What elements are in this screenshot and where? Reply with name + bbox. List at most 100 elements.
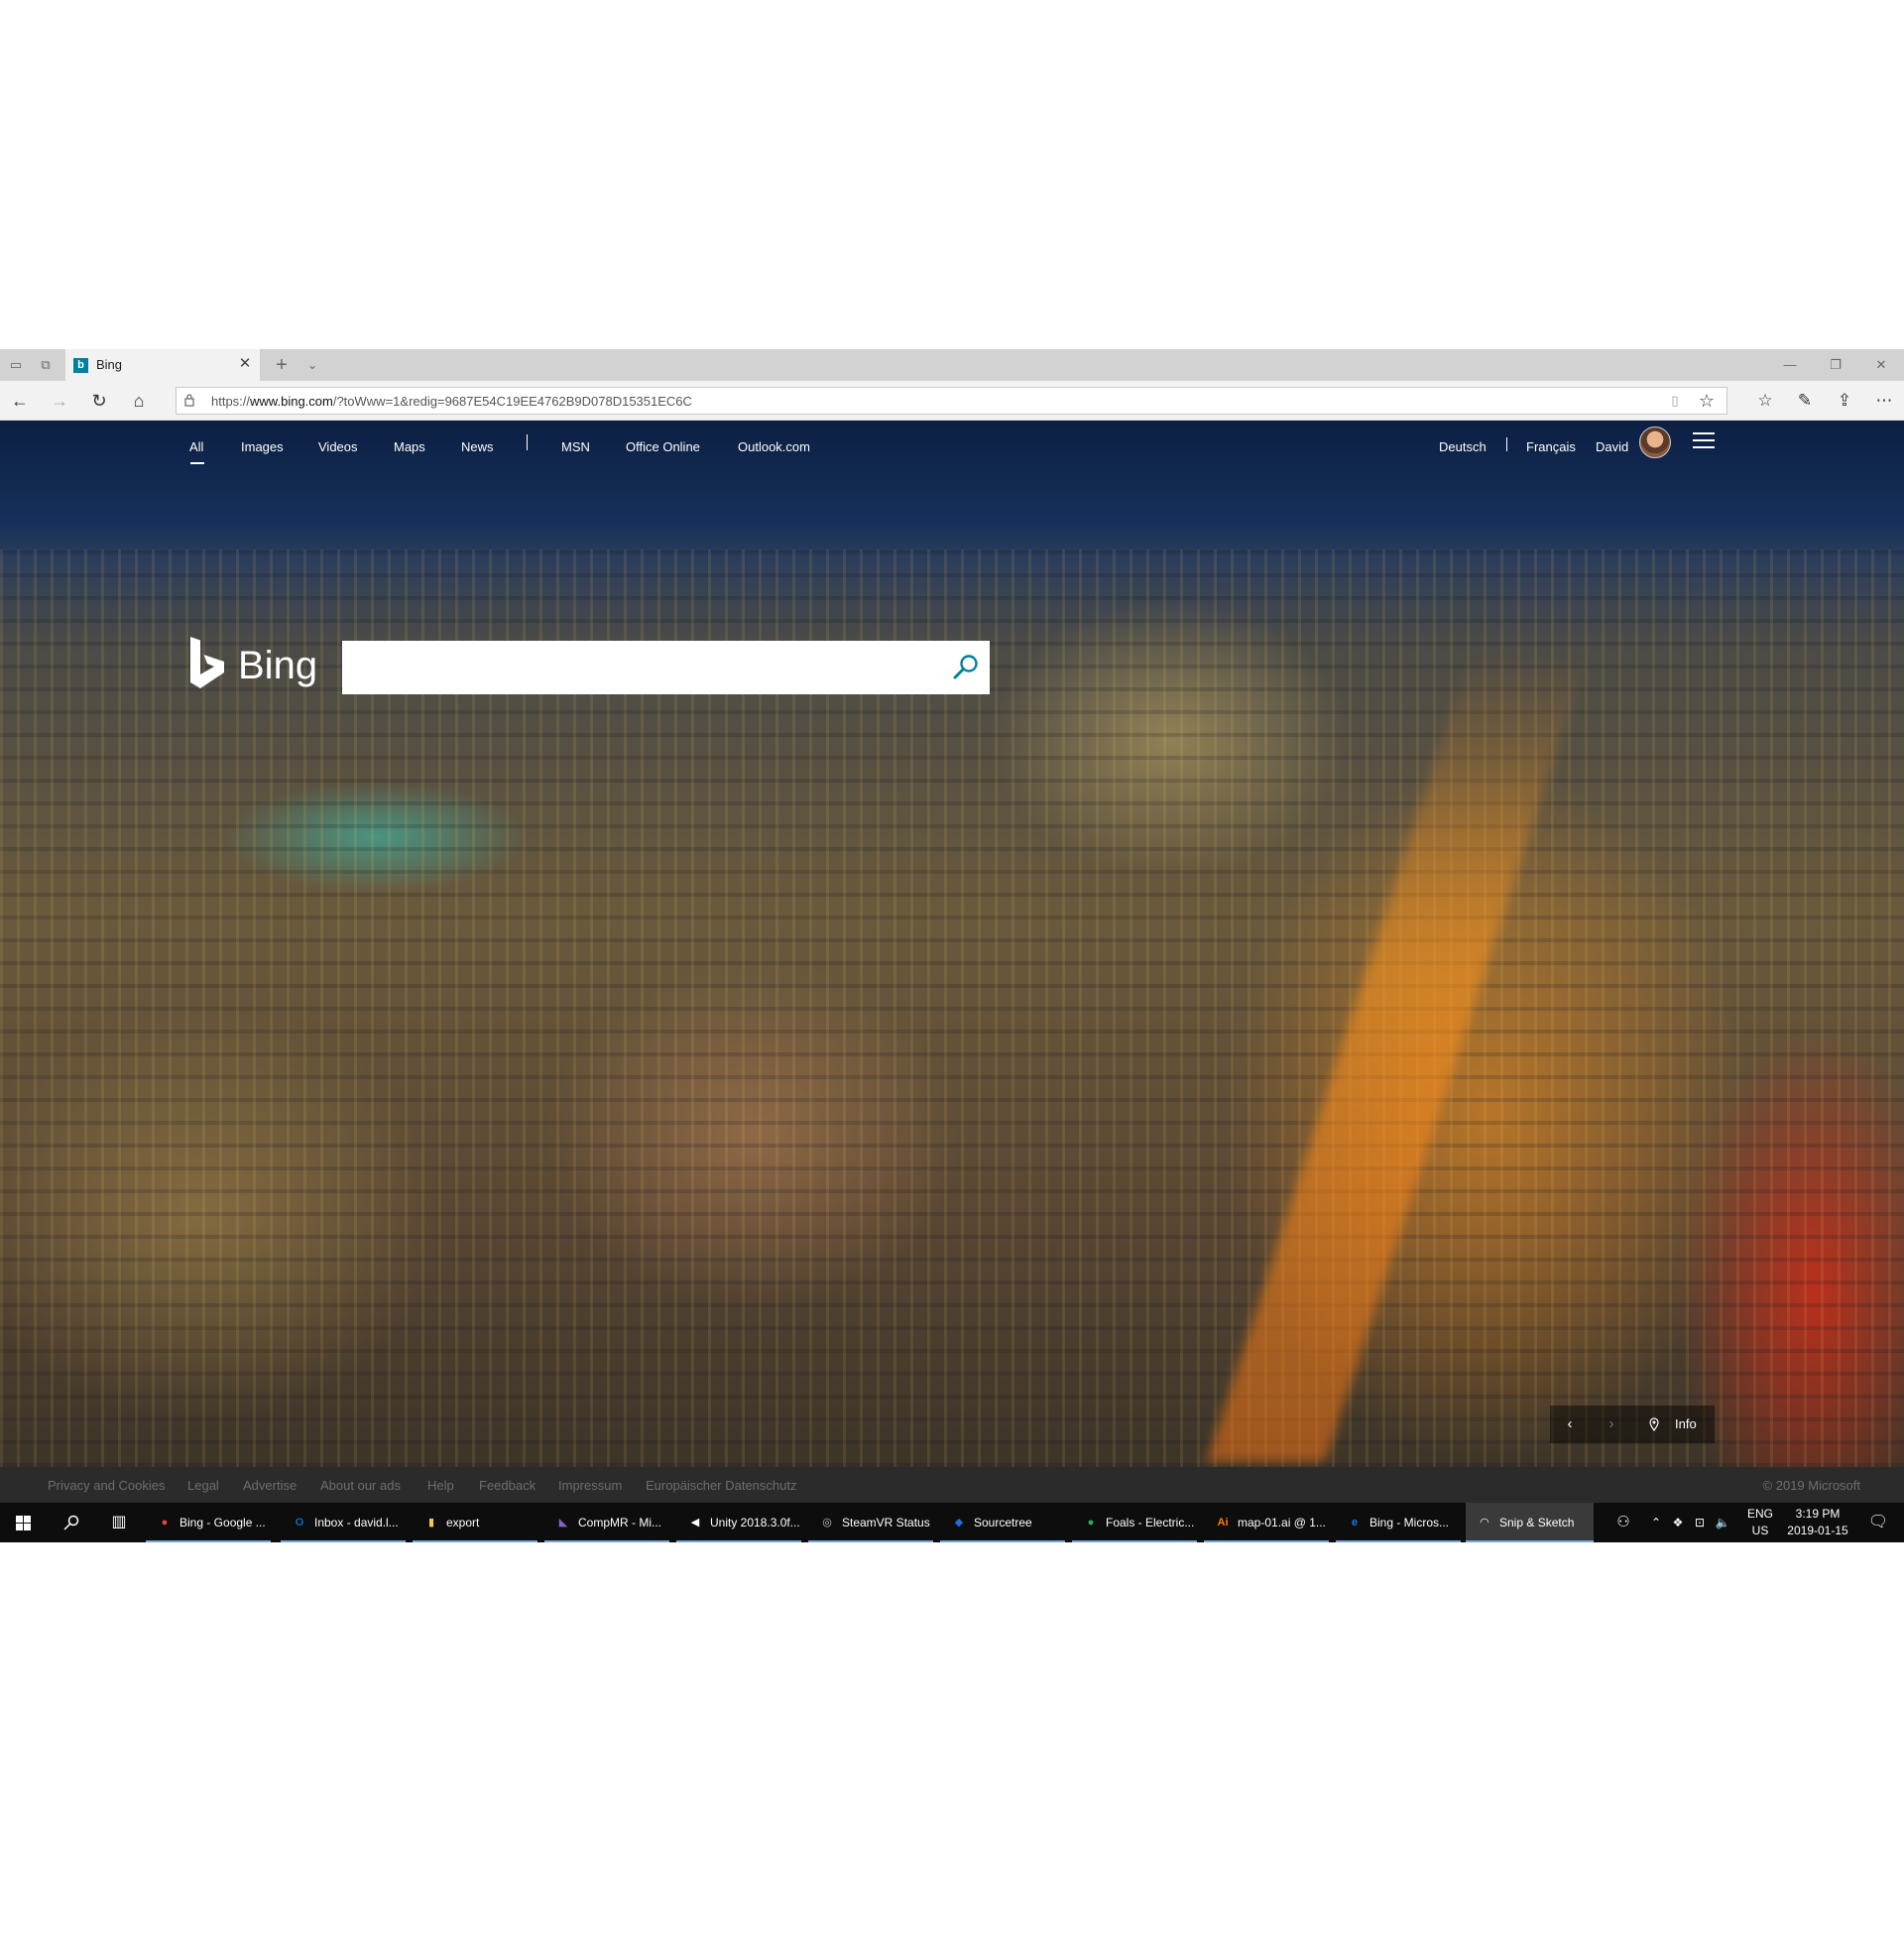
nav-images[interactable]: Images [241,439,284,454]
image-info-button[interactable]: Info [1633,1406,1715,1443]
chrome-icon: ● [161,1517,169,1529]
tab-close-icon[interactable]: ✕ [236,355,254,373]
nav-all[interactable]: All [189,439,203,454]
taskbar-item-2[interactable]: ▮ export [413,1503,537,1542]
footer-feedback[interactable]: Feedback [479,1478,536,1493]
previous-image-chevron-icon[interactable]: ‹ [1550,1406,1590,1443]
taskbar-item-label: SteamVR Status [842,1516,930,1529]
clock[interactable]: 3:19 PM 2019-01-15 [1783,1503,1852,1542]
url-text: https://www.bing.com/?toWww=1&redig=9687… [211,394,692,409]
edge-icon: e [1351,1517,1359,1529]
home-icon[interactable]: ⌂ [125,387,153,415]
visual-studio-icon: ◣ [558,1517,568,1529]
minimize-icon[interactable]: — [1767,349,1813,381]
tray-chevron-up-icon[interactable]: ⌃ [1646,1503,1666,1542]
people-icon[interactable]: ⚇ [1606,1503,1640,1542]
footer-advertise[interactable]: Advertise [243,1478,297,1493]
nav-msn[interactable]: MSN [561,439,590,454]
nav-office-online[interactable]: Office Online [626,439,700,454]
taskbar-item-5[interactable]: ◎ SteamVR Status [808,1503,933,1542]
page-footer: Privacy and Cookies Legal Advertise Abou… [0,1467,1904,1503]
lang-deutsch[interactable]: Deutsch [1439,439,1487,454]
input-language[interactable]: ENG US [1740,1503,1780,1542]
search-icon[interactable] [950,652,982,683]
web-note-pen-icon[interactable]: ✎ [1789,387,1821,415]
nav-maps[interactable]: Maps [394,439,425,454]
next-image-chevron-icon[interactable]: › [1592,1406,1631,1443]
tab-restore-icon[interactable]: ⧉ [38,357,54,373]
taskbar-item-4[interactable]: ◀ Unity 2018.3.0f... [676,1503,801,1542]
bing-logo[interactable]: Bing [188,637,317,688]
back-icon[interactable]: ← [6,387,34,415]
spotify-icon: ● [1087,1517,1095,1529]
taskbar-item-7[interactable]: ● Foals - Electric... [1072,1503,1197,1542]
task-view-icon[interactable]: ▥ [95,1503,143,1542]
dropbox-icon[interactable]: ❖ [1668,1503,1688,1542]
search-box[interactable] [342,641,990,694]
running-indicator [281,1540,406,1542]
address-bar: ← → ↻ ⌂ https://www.bing.com/?toWww=1&re… [0,381,1904,421]
taskbar-search-icon[interactable] [48,1503,95,1542]
running-indicator [808,1540,933,1542]
clock-time: 3:19 PM [1795,1507,1841,1521]
favorite-star-icon[interactable]: ☆ [1697,391,1717,411]
volume-icon[interactable]: 🔈 [1712,1503,1733,1542]
close-window-icon[interactable]: ✕ [1858,349,1904,381]
taskbar-item-6[interactable]: ◆ Sourcetree [940,1503,1065,1542]
windows-start-icon[interactable] [0,1503,48,1542]
footer-datenschutz[interactable]: Europäischer Datenschutz [646,1478,796,1493]
tab-set-aside-icon[interactable]: ▭ [8,357,24,373]
search-input[interactable] [342,641,937,694]
running-indicator [676,1540,801,1542]
nav-outlook[interactable]: Outlook.com [738,439,810,454]
taskbar-item-10[interactable]: ◠ Snip & Sketch [1466,1503,1594,1542]
windows-taskbar: ▥ ● Bing - Google ... O Inbox - david.l... ▮… [0,1503,1904,1542]
lang-bottom: US [1751,1524,1769,1537]
bing-wordmark: Bing [238,644,318,687]
lock-icon [184,394,194,407]
taskbar-item-label: export [446,1516,480,1529]
refresh-icon[interactable]: ↻ [85,387,113,415]
outlook-icon: O [295,1517,304,1529]
restore-window-icon[interactable]: ❐ [1813,349,1858,381]
url-field[interactable]: https://www.bing.com/?toWww=1&redig=9687… [176,387,1727,415]
reading-view-icon[interactable]: ▯ [1667,393,1683,409]
user-name[interactable]: David [1596,439,1628,454]
lang-francais[interactable]: Français [1526,439,1576,454]
tab-preview-chevron-icon[interactable]: ⌄ [300,353,324,377]
favorites-hub-icon[interactable]: ☆ [1749,387,1781,415]
avatar[interactable] [1639,427,1671,458]
taskbar-item-label: CompMR - Mi... [578,1516,661,1529]
hamburger-menu-icon[interactable] [1693,432,1715,450]
more-menu-icon[interactable]: ⋯ [1868,387,1900,415]
taskbar-item-label: Unity 2018.3.0f... [710,1516,800,1529]
running-indicator [1072,1540,1197,1542]
running-indicator [146,1540,271,1542]
footer-help[interactable]: Help [427,1478,454,1493]
taskbar-item-3[interactable]: ◣ CompMR - Mi... [544,1503,669,1542]
tab-title: Bing [96,357,123,372]
taskbar-item-label: Foals - Electric... [1106,1516,1195,1529]
nav-videos[interactable]: Videos [318,439,358,454]
new-tab-icon[interactable]: + [270,353,294,377]
taskbar-item-1[interactable]: O Inbox - david.l... [281,1503,406,1542]
forward-icon[interactable]: → [46,387,73,415]
footer-impressum[interactable]: Impressum [558,1478,622,1493]
taskbar-item-9[interactable]: e Bing - Micros... [1336,1503,1461,1542]
action-center-icon[interactable]: 🗨 [1858,1503,1898,1542]
taskbar-item-8[interactable]: Ai map-01.ai @ 1... [1204,1503,1329,1542]
footer-about-ads[interactable]: About our ads [320,1478,401,1493]
share-icon[interactable]: ⇪ [1829,387,1860,415]
nav-news[interactable]: News [461,439,494,454]
taskbar-item-0[interactable]: ● Bing - Google ... [146,1503,271,1542]
windows-logo-icon [16,1516,31,1530]
footer-privacy[interactable]: Privacy and Cookies [48,1478,166,1493]
taskbar-item-label: Bing - Micros... [1369,1516,1450,1529]
tab-bing[interactable]: b Bing ✕ [65,349,260,381]
footer-legal[interactable]: Legal [187,1478,219,1493]
nav-separator [527,434,528,450]
illustrator-icon: Ai [1217,1517,1229,1529]
snip-sketch-icon: ◠ [1480,1517,1489,1529]
info-label: Info [1675,1416,1697,1431]
network-icon[interactable]: ⊡ [1690,1503,1710,1542]
